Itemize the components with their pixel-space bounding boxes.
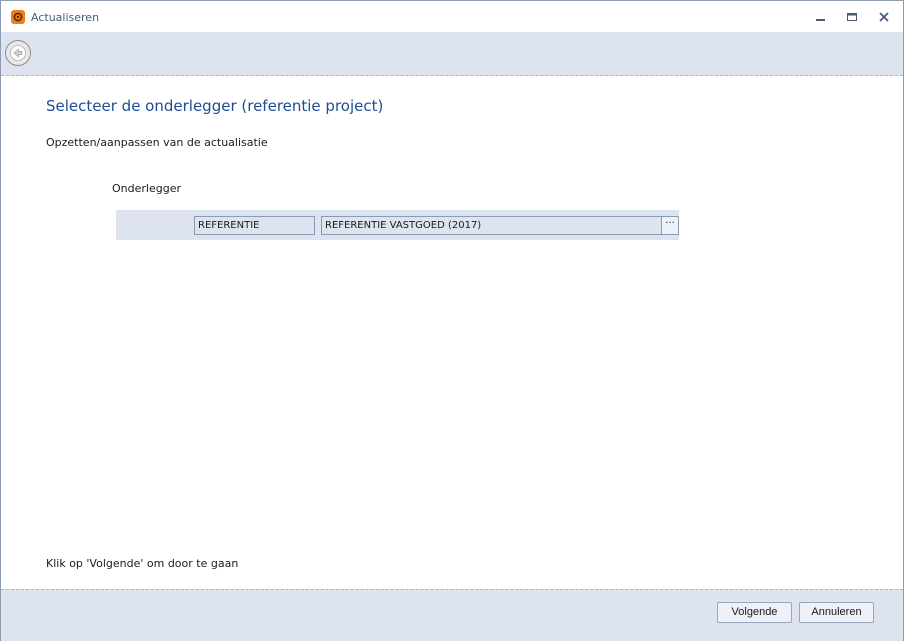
hint-text: Klik op 'Volgende' om door te gaan [46,557,239,570]
minimize-button[interactable] [807,7,835,27]
onderlegger-name-field[interactable]: REFERENTIE VASTGOED (2017) [321,216,679,235]
next-button[interactable]: Volgende [717,602,792,623]
back-button[interactable] [5,40,31,66]
cancel-button[interactable]: Annuleren [799,602,874,623]
toolbar [1,32,903,76]
maximize-button[interactable] [838,7,866,27]
page-title: Selecteer de onderlegger (referentie pro… [46,97,384,115]
footer-bar: Volgende Annuleren [1,589,903,641]
dialog-window: Actualiseren Selecteer de onderlegger (r… [0,0,904,641]
onderlegger-code-field[interactable]: REFERENTIE [194,216,315,235]
minimize-icon [816,19,825,21]
gear-icon [11,10,25,24]
browse-button[interactable]: ··· [661,216,679,235]
title-bar: Actualiseren [1,1,903,32]
close-icon [879,12,889,22]
maximize-icon [847,13,857,21]
onderlegger-label: Onderlegger [112,182,181,195]
page-subtitle: Opzetten/aanpassen van de actualisatie [46,136,268,149]
back-arrow-icon [10,45,26,61]
close-button[interactable] [870,7,898,27]
window-title: Actualiseren [31,11,100,24]
